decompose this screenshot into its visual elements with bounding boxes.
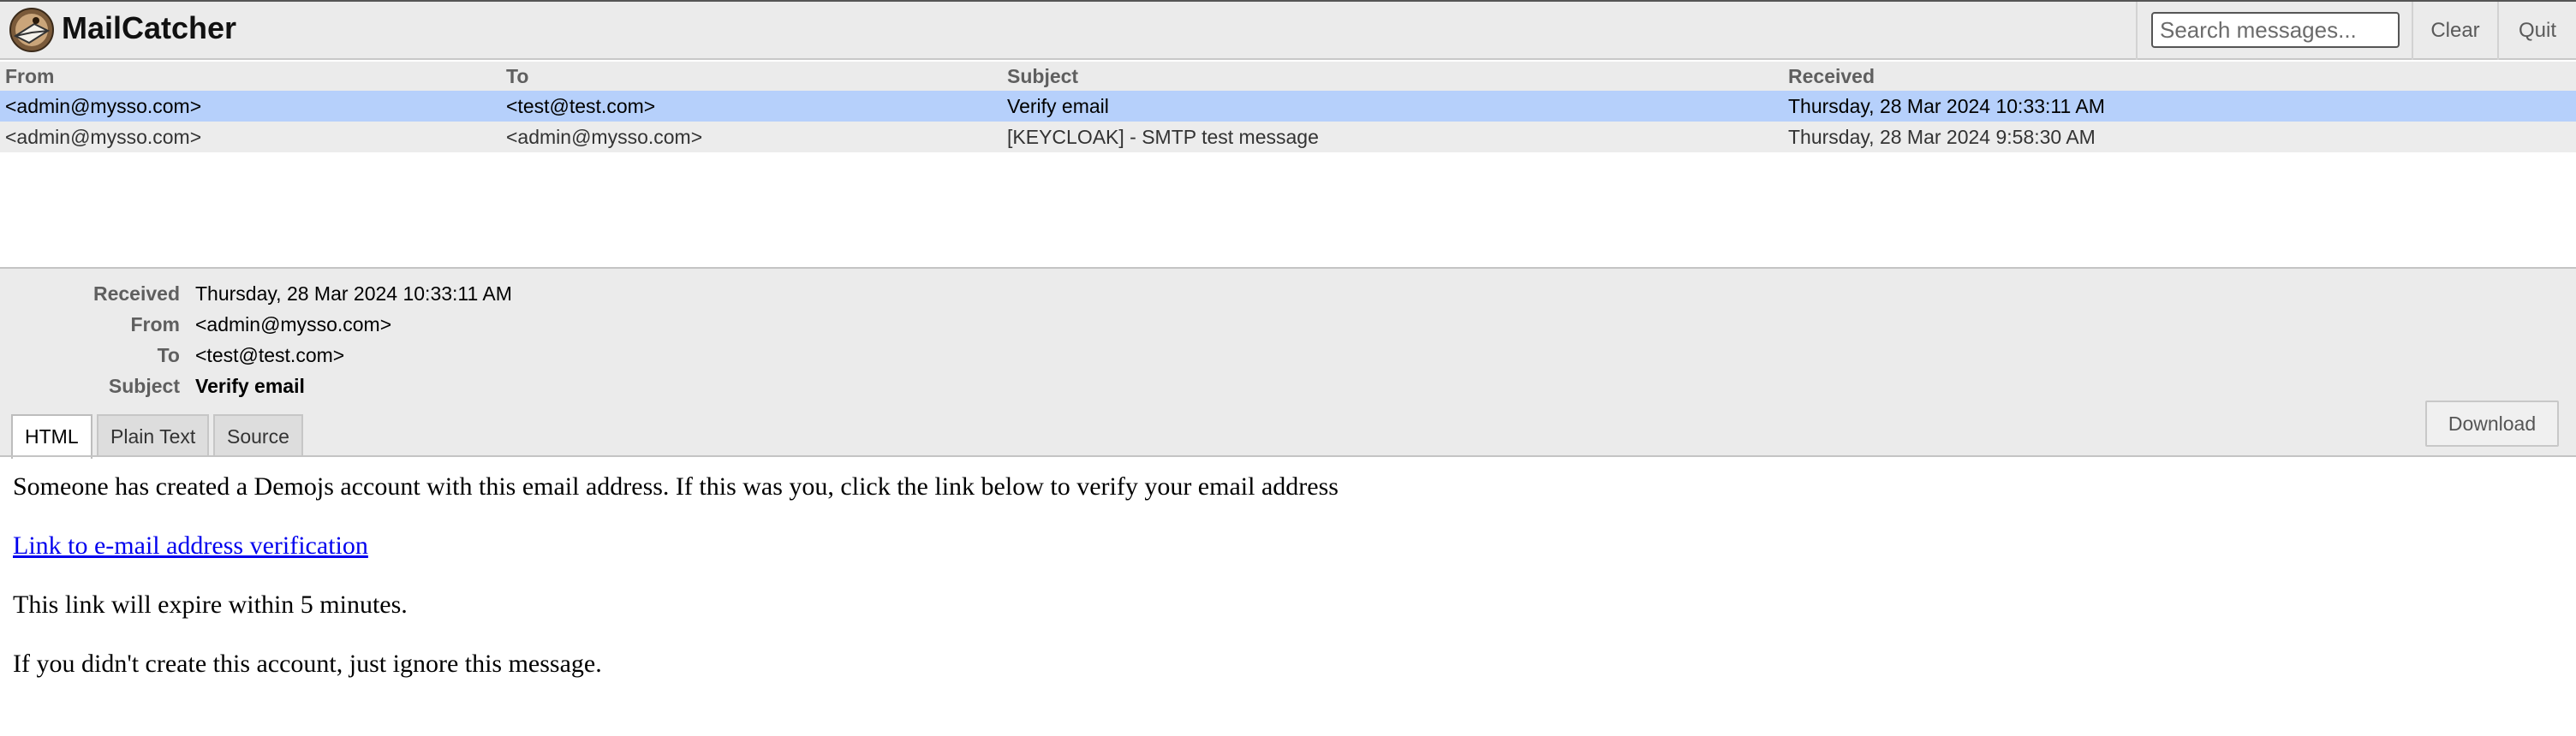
message-row-selected[interactable]: <admin@mysso.com> <test@test.com> Verify… (0, 91, 2576, 122)
body-ignore-text: If you didn't create this account, just … (13, 650, 602, 678)
tab-plain-text[interactable]: Plain Text (97, 414, 210, 457)
from-value: <admin@mysso.com> (195, 313, 392, 335)
message-received: Thursday, 28 Mar 2024 10:33:11 AM (1783, 91, 2576, 122)
app-title: MailCatcher (62, 10, 237, 45)
tab-source[interactable]: Source (213, 414, 303, 457)
search-input[interactable] (2151, 12, 2400, 48)
tab-html[interactable]: HTML (11, 414, 92, 459)
column-header-to[interactable]: To (501, 62, 1002, 91)
column-header-from[interactable]: From (0, 62, 501, 91)
mailcatcher-logo-icon (9, 7, 55, 53)
subject-value: Verify email (195, 375, 305, 397)
header-divider (2136, 2, 2138, 60)
received-value: Thursday, 28 Mar 2024 10:33:11 AM (195, 282, 512, 305)
message-subject: Verify email (1002, 91, 1783, 122)
received-label: Received (92, 282, 180, 305)
message-list-header: From To Subject Received (0, 62, 2576, 91)
body-link-paragraph: Link to e-mail address verification (13, 528, 1339, 587)
divider (0, 455, 2576, 457)
column-header-received[interactable]: Received (1783, 62, 2576, 91)
message-to: <admin@mysso.com> (501, 122, 1002, 152)
message-metadata-panel: Received Thursday, 28 Mar 2024 10:33:11 … (0, 269, 2576, 459)
message-row[interactable]: <admin@mysso.com> <admin@mysso.com> [KEY… (0, 122, 2576, 152)
message-body: Someone has created a Demojs account wit… (13, 469, 1339, 705)
body-expiry-text: This link will expire within 5 minutes. (13, 591, 408, 619)
message-list: From To Subject Received <admin@mysso.co… (0, 62, 2576, 152)
download-button[interactable]: Download (2425, 401, 2559, 447)
quit-button[interactable]: Quit (2499, 2, 2576, 60)
verification-link[interactable]: Link to e-mail address verification (13, 531, 368, 560)
to-value: <test@test.com> (195, 344, 345, 366)
body-intro-text: Someone has created a Demojs account wit… (13, 472, 1339, 501)
message-subject: [KEYCLOAK] - SMTP test message (1002, 122, 1783, 152)
app-header: MailCatcher Clear Quit (0, 0, 2576, 60)
to-label: To (157, 344, 180, 366)
column-header-subject[interactable]: Subject (1002, 62, 1783, 91)
message-from: <admin@mysso.com> (0, 122, 501, 152)
message-from: <admin@mysso.com> (0, 91, 501, 122)
message-received: Thursday, 28 Mar 2024 9:58:30 AM (1783, 122, 2576, 152)
clear-button[interactable]: Clear (2413, 2, 2497, 60)
from-label: From (130, 313, 181, 335)
subject-label: Subject (108, 375, 180, 397)
message-to: <test@test.com> (501, 91, 1002, 122)
